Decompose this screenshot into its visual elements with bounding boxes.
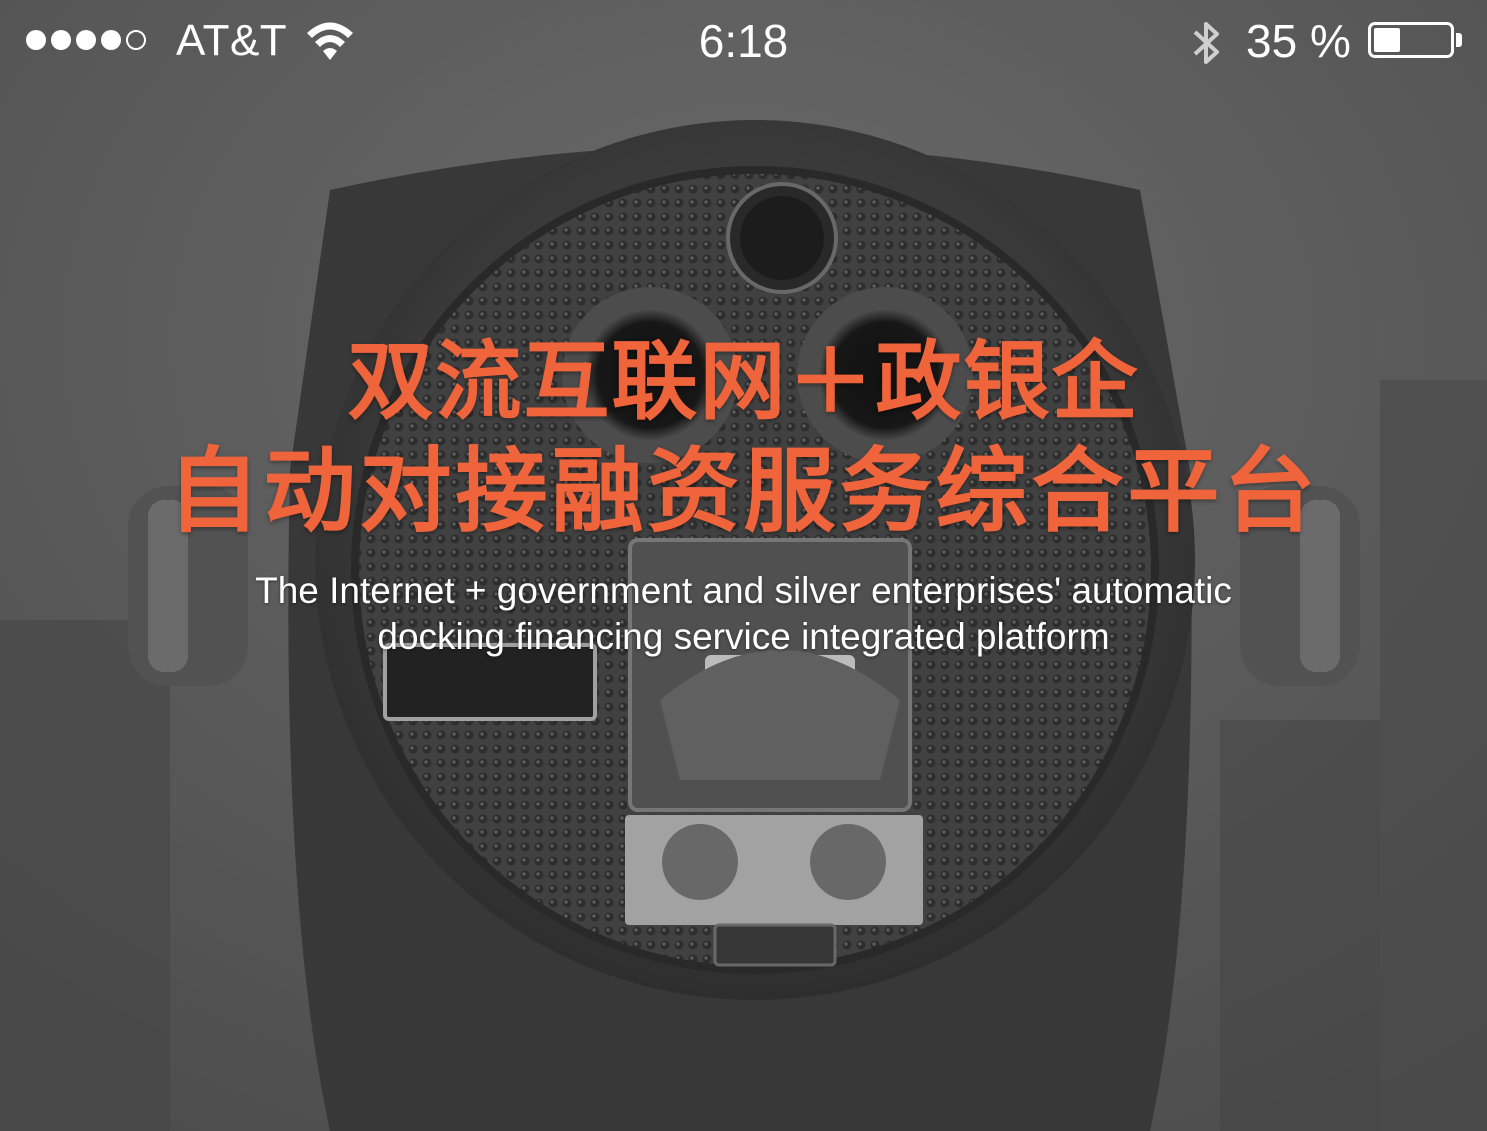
battery-cap (1456, 33, 1462, 47)
hero-subtitle-line2: docking financing service integrated pla… (377, 616, 1110, 657)
battery-level-fill (1374, 28, 1400, 52)
background-dim-overlay (0, 0, 1487, 1131)
status-bar: AT&T 6:18 35 % (0, 0, 1487, 84)
hero-title-line2: 自动对接融资服务综合平台 (167, 437, 1320, 545)
bluetooth-icon (1193, 22, 1219, 64)
hero-subtitle: The Internet + government and silver ent… (0, 568, 1487, 660)
battery-icon (1368, 22, 1454, 58)
battery-percentage: 35 % (1246, 15, 1351, 67)
hero-subtitle-line1: The Internet + government and silver ent… (255, 570, 1232, 611)
hero-title-line1: 双流互联网＋政银企 (347, 331, 1140, 432)
hero-title: 双流互联网＋政银企 自动对接融资服务综合平台 (0, 330, 1487, 548)
app-screen: AT&T 6:18 35 % 双流互联网＋政银企 自动对接融资服务综合平台 Th… (0, 0, 1487, 1131)
